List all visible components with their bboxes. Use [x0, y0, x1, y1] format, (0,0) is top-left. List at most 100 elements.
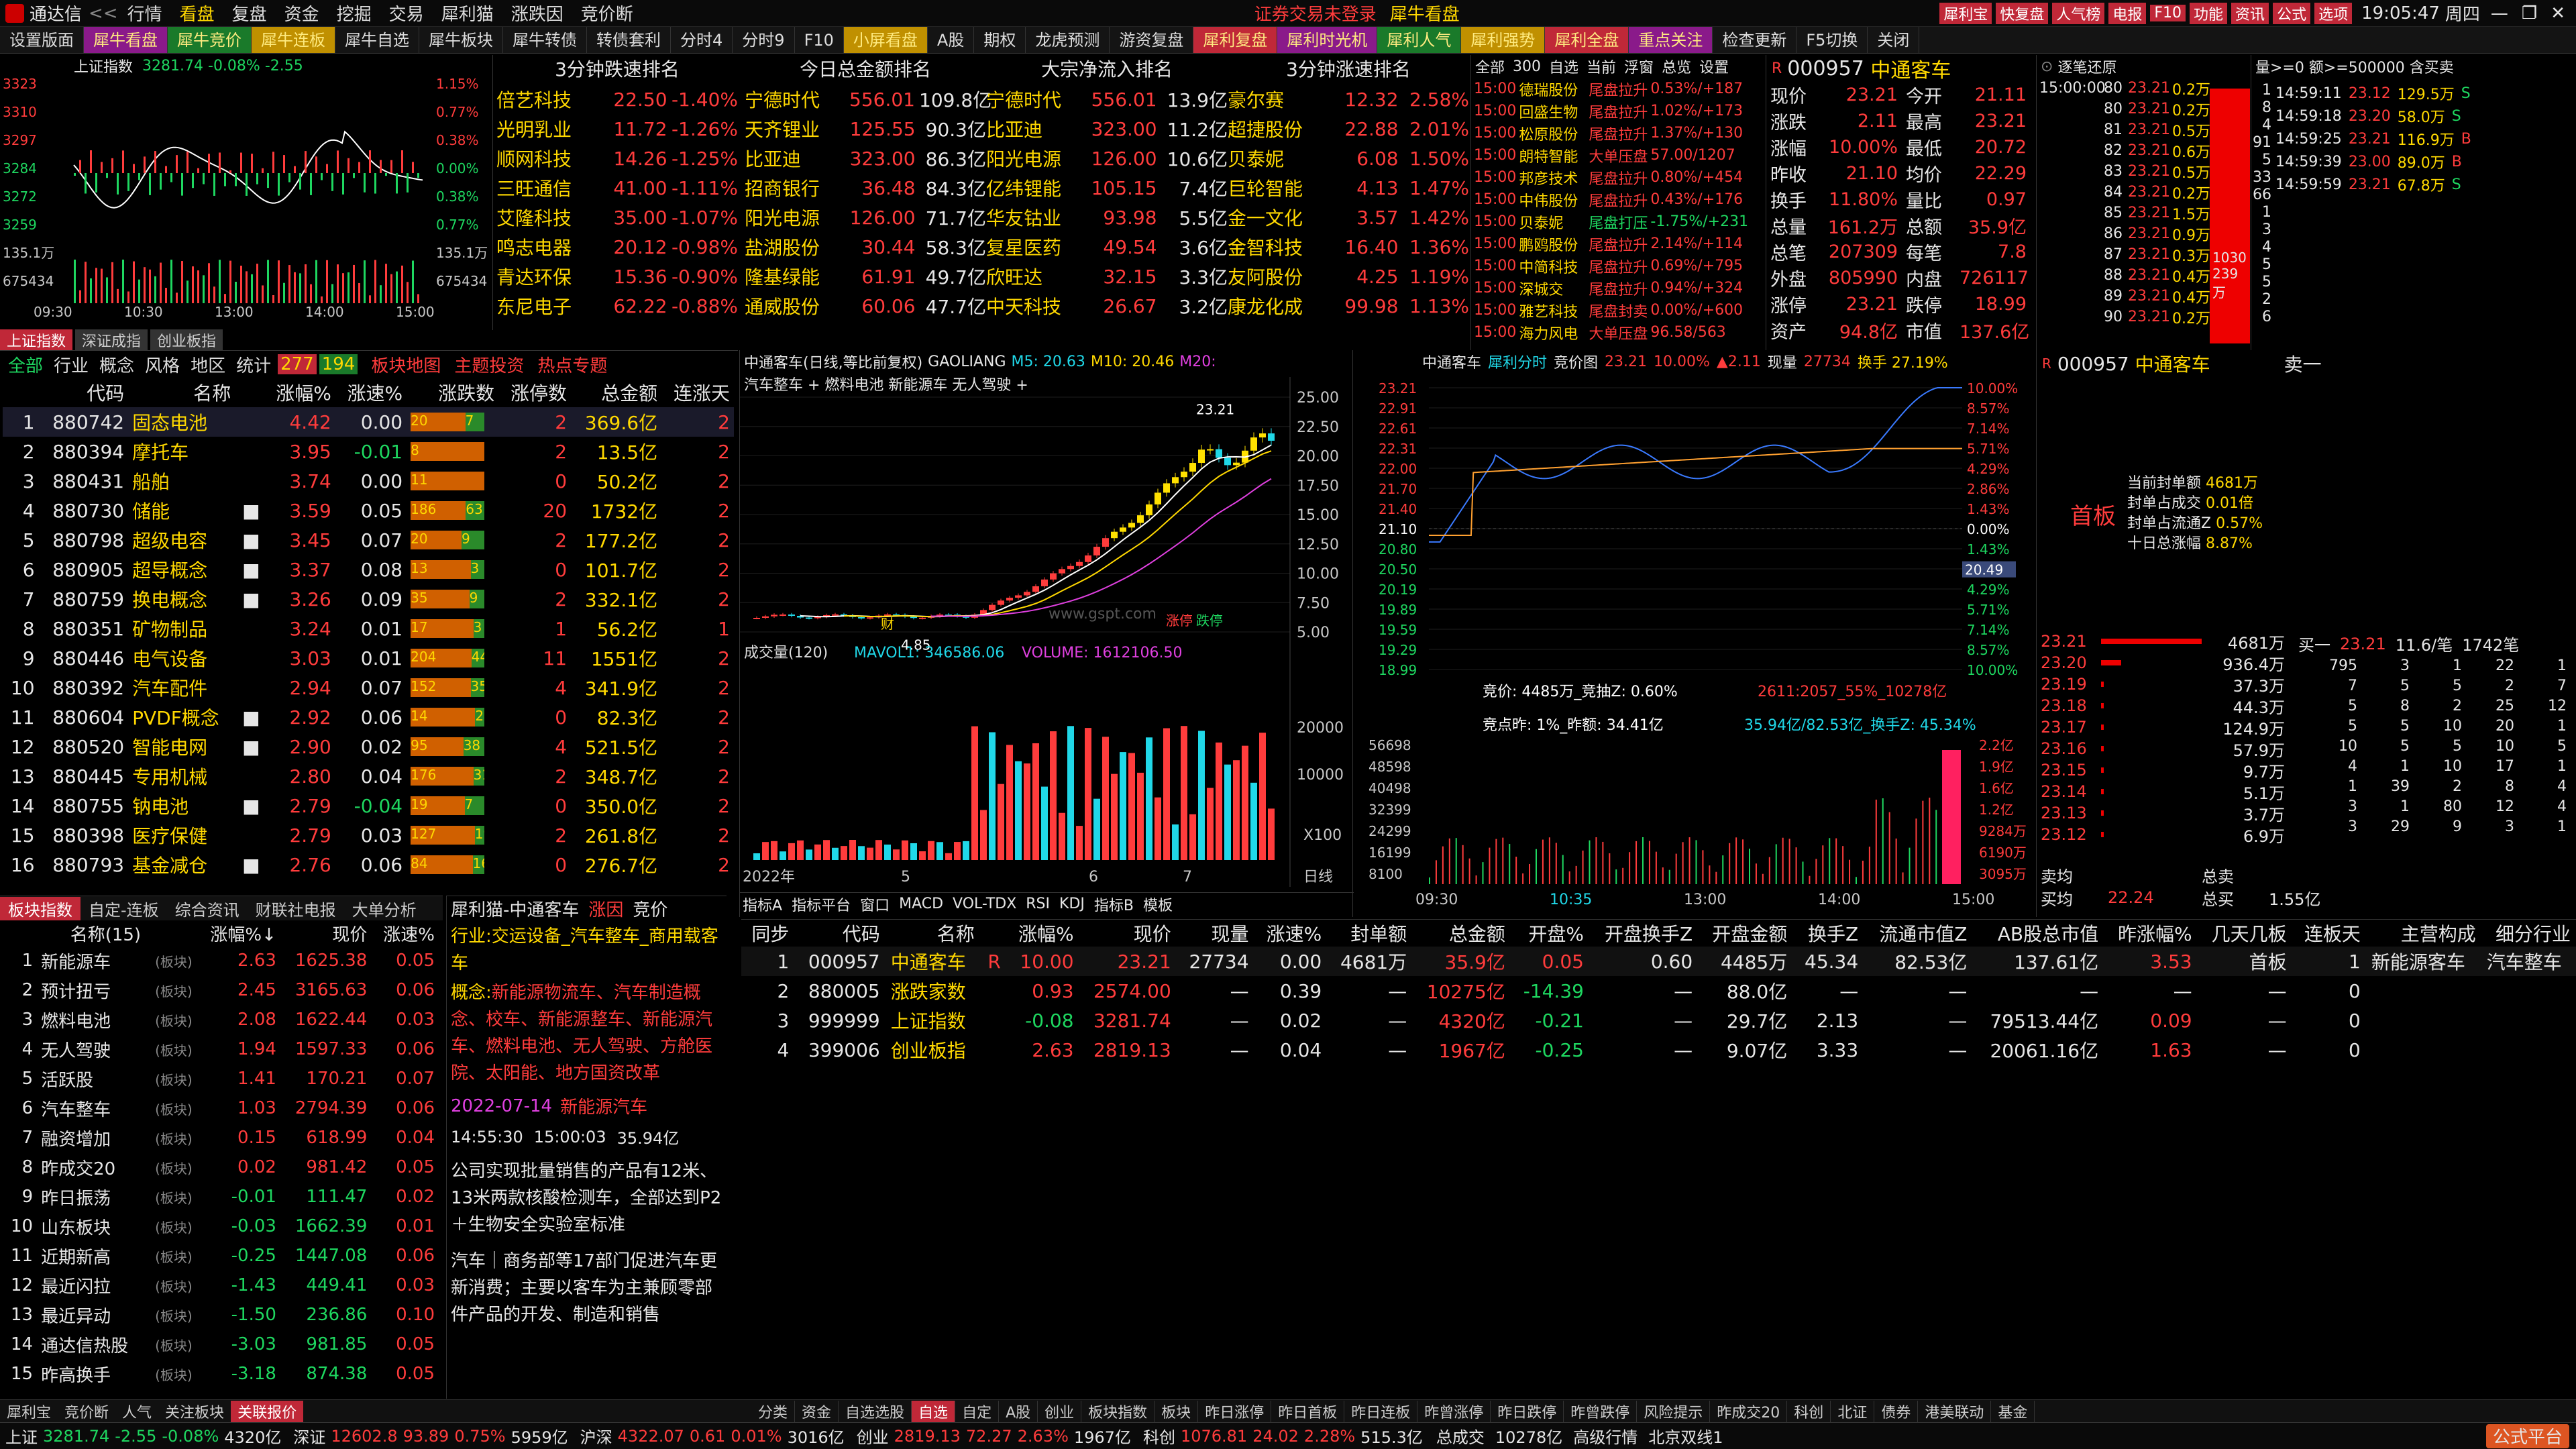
- alerts-header-item[interactable]: 300: [1513, 58, 1541, 75]
- sector-header[interactable]: 总金额: [571, 378, 661, 407]
- sector-row[interactable]: 11 880604 PVDF概念 ■ 2.92 0.06 14 2 0 82.3亿 2: [3, 702, 734, 732]
- title-button[interactable]: 功能: [2190, 2, 2228, 24]
- watch-header[interactable]: 名称: [885, 920, 980, 947]
- indicator-tab[interactable]: RSI: [1026, 896, 1050, 912]
- bottom-tab-right[interactable]: 昨日涨停: [1198, 1400, 1272, 1422]
- indicator-tab[interactable]: KDJ: [1059, 896, 1085, 912]
- index-list-tab[interactable]: 自定-连板: [80, 897, 167, 920]
- bottom-tab-right[interactable]: 昨日首板: [1271, 1400, 1345, 1422]
- bottom-tab-right[interactable]: 板块: [1155, 1400, 1199, 1422]
- alert-row[interactable]: 15:00 回盛生物 尾盘拉升 1.02%/+173: [1471, 100, 1766, 122]
- index-list-row[interactable]: 9 昨日振荡 (板块) -0.01 111.47 0.02: [3, 1182, 439, 1212]
- bottom-tab-right[interactable]: 自选: [912, 1400, 956, 1422]
- alert-row[interactable]: 15:00 雅艺科技 尾盘封卖 0.00%/+600: [1471, 299, 1766, 321]
- index-tab[interactable]: 上证指数: [0, 329, 73, 351]
- price-level-row[interactable]: 23.15 9.7万: [2037, 759, 2292, 782]
- index-list-row[interactable]: 8 昨成交20 (板块) 0.02 981.42 0.05: [3, 1152, 439, 1182]
- toolbar-tab[interactable]: 检查更新: [1713, 27, 1797, 53]
- toolbar-tab[interactable]: 犀牛自选: [335, 27, 419, 53]
- toolbar-tab[interactable]: A股: [928, 27, 975, 53]
- bottom-tab-left[interactable]: 关注板块: [158, 1401, 231, 1422]
- status-index[interactable]: 上证 3281.74 -2.55 -0.08% 4320亿: [5, 1424, 281, 1448]
- menu-item[interactable]: 行情: [127, 1, 162, 25]
- rank-row[interactable]: 亿纬锂能 105.15 7.4亿: [986, 173, 1228, 203]
- toolbar-tab[interactable]: 分时9: [733, 27, 795, 53]
- bottom-tab-right[interactable]: 科创: [1787, 1400, 1831, 1422]
- menu-item[interactable]: 复盘: [232, 1, 267, 25]
- index-list-row[interactable]: 2 预计扭亏 (板块) 2.45 3165.63 0.06: [3, 975, 439, 1005]
- toolbar-tab[interactable]: 犀利全盘: [1545, 27, 1629, 53]
- bottom-tab-right[interactable]: 板块指数: [1081, 1400, 1155, 1422]
- toolbar-tab[interactable]: F10: [795, 27, 844, 53]
- sector-header[interactable]: 涨幅%: [264, 378, 335, 407]
- index-list-th[interactable]: [145, 920, 197, 946]
- sector-tab[interactable]: 统计: [232, 352, 275, 377]
- toolbar-tab[interactable]: 犀牛转债: [503, 27, 587, 53]
- toolbar-tab[interactable]: 犀利复盘: [1193, 27, 1278, 53]
- watch-header[interactable]: 细分行业: [2481, 920, 2576, 947]
- watch-header[interactable]: 现量: [1177, 920, 1254, 947]
- index-list-tab[interactable]: 大单分析: [344, 897, 425, 920]
- alert-row[interactable]: 15:00 鹏鸥股份 尾盘拉升 2.14%/+114: [1471, 233, 1766, 255]
- indicator-tab[interactable]: 指标平台: [792, 894, 851, 915]
- alert-row[interactable]: 15:00 朗特智能 大单压盘 57.00/1207: [1471, 144, 1766, 166]
- price-level-row[interactable]: 23.14 5.1万: [2037, 781, 2292, 803]
- index-list-th[interactable]: 涨速%: [371, 920, 439, 946]
- watch-header[interactable]: 流通市值Z: [1864, 920, 1972, 947]
- status-index[interactable]: 科创 1076.81 24.02 2.28% 515.3亿: [1143, 1424, 1423, 1448]
- index-list-row[interactable]: 5 活跃股 (板块) 1.41 170.21 0.07: [3, 1064, 439, 1093]
- sector-header[interactable]: 代码: [39, 378, 129, 407]
- toolbar-tab[interactable]: 小屏看盘: [843, 27, 928, 53]
- rank-row[interactable]: 三旺通信 41.00 -1.11%: [496, 173, 738, 203]
- rank-row[interactable]: 康龙化成 99.98 1.13%: [1228, 291, 1469, 321]
- bottom-tab-right[interactable]: 分类: [751, 1400, 796, 1422]
- bottom-tab-right[interactable]: 昨日连板: [1344, 1400, 1418, 1422]
- index-list-th[interactable]: 名称(15): [37, 920, 145, 946]
- index-list-row[interactable]: 12 最近闪拉 (板块) -1.43 449.41 0.03: [3, 1271, 439, 1300]
- toolbar-tab[interactable]: 关闭: [1868, 27, 1920, 53]
- bottom-tab-right[interactable]: 自定: [955, 1400, 1000, 1422]
- title-button[interactable]: 资讯: [2231, 2, 2269, 24]
- watch-header[interactable]: 总金额: [1412, 920, 1511, 947]
- index-list-row[interactable]: 11 近期新高 (板块) -0.25 1447.08 0.06: [3, 1241, 439, 1271]
- index-list-th[interactable]: 现价: [280, 920, 371, 946]
- watch-header[interactable]: 开盘换手Z: [1589, 920, 1698, 947]
- menu-item[interactable]: 交易: [389, 1, 424, 25]
- alert-row[interactable]: 15:00 德瑞股份 尾盘拉升 0.53%/+187: [1471, 78, 1766, 100]
- toolbar-tab[interactable]: 重点关注: [1629, 27, 1713, 53]
- bottom-tab-left[interactable]: 犀利宝: [0, 1401, 58, 1422]
- bottom-tab-right[interactable]: 创业: [1038, 1400, 1082, 1422]
- title-button[interactable]: 人气榜: [2052, 2, 2105, 24]
- rank-row[interactable]: 宁德时代 556.01 13.9亿: [986, 85, 1228, 114]
- price-level-row[interactable]: 23.13 3.7万: [2037, 802, 2292, 824]
- toolbar-tab[interactable]: F5切换: [1796, 27, 1868, 53]
- toolbar-tab[interactable]: 犀利时光机: [1277, 27, 1378, 53]
- sector-header[interactable]: 连涨天: [661, 378, 734, 407]
- toolbar-tab[interactable]: 犀利强势: [1461, 27, 1546, 53]
- bottom-tab-left[interactable]: 人气: [115, 1401, 158, 1422]
- close-icon[interactable]: ✕: [2551, 3, 2565, 23]
- title-button[interactable]: F10: [2150, 5, 2186, 21]
- watch-header[interactable]: 同步: [741, 920, 794, 947]
- rank-row[interactable]: 艾隆科技 35.00 -1.07%: [496, 203, 738, 232]
- index-list-th[interactable]: [3, 920, 37, 946]
- sector-header[interactable]: 涨停数: [498, 378, 571, 407]
- watch-row[interactable]: 4 399006 创业板指 2.63 2819.13—0.04—1967亿 -0.25—9…: [741, 1035, 2576, 1065]
- index-list-row[interactable]: 14 通达信热股 (板块) -3.03 981.85 0.05: [3, 1330, 439, 1359]
- alerts-header-item[interactable]: 全部: [1475, 56, 1505, 77]
- watch-header[interactable]: 连板天: [2292, 920, 2366, 947]
- index-list-row[interactable]: 3 燃料电池 (板块) 2.08 1622.44 0.03: [3, 1005, 439, 1034]
- bottom-tab-right[interactable]: 资金: [795, 1400, 839, 1422]
- status-index[interactable]: 创业 2819.13 72.27 2.63% 1967亿: [857, 1424, 1131, 1448]
- price-level-row[interactable]: 23.17 124.9万: [2037, 716, 2292, 739]
- index-list-row[interactable]: 7 融资增加 (板块) 0.15 618.99 0.04: [3, 1123, 439, 1152]
- menu-item[interactable]: 看盘: [180, 1, 215, 25]
- watch-row[interactable]: 3 999999 上证指数 -0.08 3281.74—0.02—4320亿 -0.21—…: [741, 1006, 2576, 1035]
- alert-row[interactable]: 15:00 中伟股份 尾盘拉升 0.43%/+176: [1471, 189, 1766, 211]
- alerts-header-item[interactable]: 设置: [1699, 56, 1729, 77]
- watch-header[interactable]: 换手Z: [1792, 920, 1864, 947]
- alert-row[interactable]: 15:00 中简科技 尾盘拉升 0.69%/+795: [1471, 255, 1766, 277]
- sector-row[interactable]: 15880398医疗保健2.790.03127192261.8亿2: [3, 820, 734, 850]
- watch-header[interactable]: 代码: [794, 920, 885, 947]
- index-list-th[interactable]: 涨幅%↓: [197, 920, 280, 946]
